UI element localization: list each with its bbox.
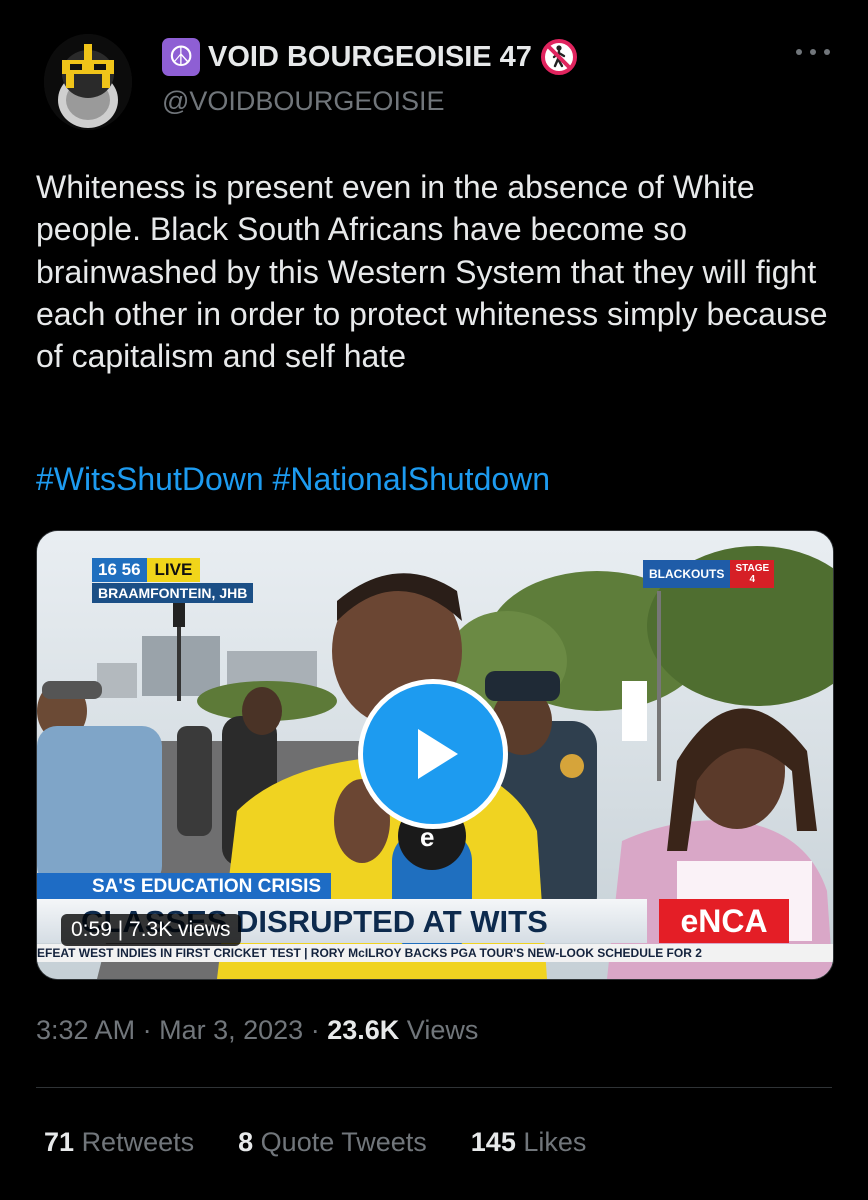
author-avatar[interactable] [44,34,132,130]
video-duration-views: 0:59 | 7.3K views [61,914,241,946]
video-views: 7.3K views [129,918,231,941]
hashtag-link[interactable]: #NationalShutdown [273,461,551,497]
author-handle[interactable]: @VOIDBOURGEOISIE [162,86,444,117]
broadcast-location: BRAAMFONTEIN, JHB [92,583,254,603]
meta-separator: · [310,1015,320,1045]
retweets-stat[interactable]: 71 Retweets [44,1127,194,1158]
live-label: LIVE [146,558,201,582]
quote-tweets-label: Quote Tweets [260,1127,427,1157]
tweet-meta: 3:32 AM · Mar 3, 2023 · 23.6K Views [36,1015,478,1046]
tweet-time[interactable]: 3:32 AM [36,1015,135,1045]
engagement-stats: 71 Retweets 8 Quote Tweets 145 Likes [44,1127,586,1158]
likes-stat[interactable]: 145 Likes [471,1127,587,1158]
retweets-label: Retweets [81,1127,195,1157]
more-options-icon[interactable] [796,46,830,58]
author-display-name[interactable]: VOID BOURGEOISIE 47 [208,41,532,74]
play-button[interactable] [358,679,508,829]
video-player[interactable]: e 16 56 LIVE BRAAMFONTEIN, JHB BLACKOUTS… [36,530,834,980]
author-name-row[interactable]: ☮ VOID BOURGEOISIE 47 [162,38,578,76]
meta-separator: · [142,1015,152,1045]
play-icon [418,729,458,779]
blackouts-badge: BLACKOUTS STAGE 4 [643,560,775,588]
quote-tweets-count: 8 [238,1127,254,1157]
hashtag-link[interactable]: #WitsShutDown [36,461,264,497]
channel-logo: eNCA [659,899,789,943]
blackouts-label: BLACKOUTS [643,560,731,588]
stage-number: 4 [749,574,756,585]
no-pedestrians-icon [540,39,577,75]
live-indicator: 16 56 LIVE [92,558,201,582]
news-ticker: EFEAT WEST INDIES IN FIRST CRICKET TEST … [37,944,833,962]
crisis-banner: SA'S EDUCATION CRISIS [37,873,332,901]
peace-symbol-icon: ☮ [162,38,200,76]
divider [36,1087,832,1088]
views-label: Views [406,1015,479,1045]
broadcast-clock: 16 56 [92,558,147,582]
likes-count: 145 [470,1127,516,1157]
likes-label: Likes [523,1127,587,1157]
hashtags: #WitsShutDown #NationalShutdown [36,461,550,498]
quote-tweets-stat[interactable]: 8 Quote Tweets [238,1127,427,1158]
tweet-text: Whiteness is present even in the absence… [36,169,828,375]
views-count: 23.6K [327,1015,400,1045]
stage-label: STAGE [735,563,770,574]
retweets-count: 71 [44,1127,75,1157]
stage-badge: STAGE 4 [730,560,775,588]
tweet-date[interactable]: Mar 3, 2023 [159,1015,303,1045]
video-duration: 0:59 [71,918,112,941]
